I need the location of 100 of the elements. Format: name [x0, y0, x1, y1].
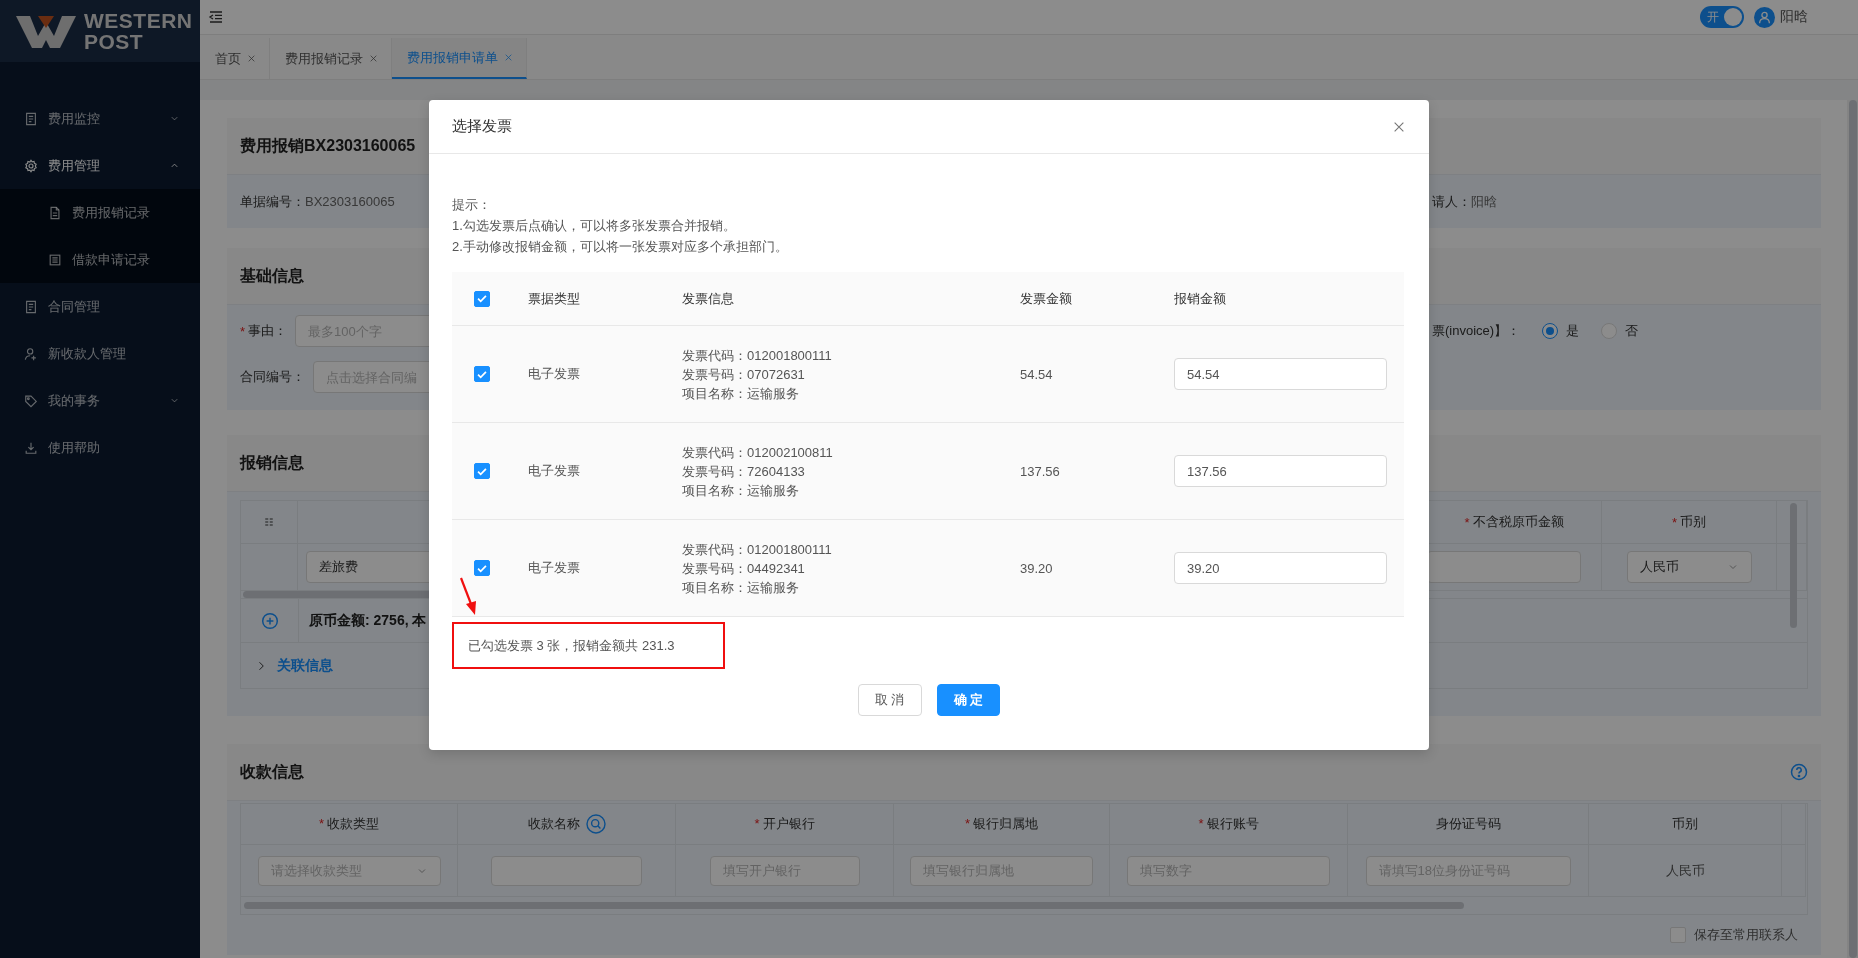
field-label: 币别: [1680, 513, 1707, 531]
submenu-item[interactable]: 费用报销记录: [0, 189, 200, 236]
checkbox[interactable]: [474, 560, 490, 577]
column-header: 报销金额: [1174, 289, 1227, 308]
brand-text: POST: [84, 31, 145, 52]
scrollbar[interactable]: [1848, 100, 1857, 958]
invoice-detail: 发票号码：04492341: [682, 559, 806, 578]
checkbox-label[interactable]: 保存至常用联系人: [1694, 926, 1798, 944]
columns-icon: [263, 516, 275, 528]
tab[interactable]: 费用报销申请单: [392, 38, 527, 79]
input-field[interactable]: [1427, 551, 1581, 583]
total-text: 原币金额: 2756, 本: [309, 611, 427, 630]
submenu-item[interactable]: 借款申请记录: [0, 236, 200, 283]
checkbox[interactable]: [474, 290, 490, 307]
user-name[interactable]: 阳晗: [1780, 8, 1808, 26]
field-label: 收款类型: [327, 816, 380, 831]
field-label: 收款名称: [527, 816, 580, 831]
menu-item[interactable]: 使用帮助: [0, 424, 200, 471]
table-cell-text: 电子发票: [528, 559, 581, 577]
person-icon: [24, 346, 38, 361]
field-label: 请人：: [1432, 193, 1471, 209]
amount-field[interactable]: 39.20: [1174, 552, 1387, 584]
close-icon: [504, 53, 513, 62]
menu-fold-icon: [208, 9, 224, 25]
invoice-detail: 项目名称：运输服务: [682, 384, 800, 403]
invoice-detail: 发票代码：012002100811: [682, 443, 834, 462]
receipt-icon: [24, 299, 38, 314]
download-icon: [24, 440, 38, 455]
required-mark: *: [240, 323, 246, 339]
radio-button[interactable]: [1542, 323, 1559, 339]
hint-text: 2.手动修改报销金额，可以将一张发票对应多个承担部门。: [452, 238, 789, 256]
required-mark: *: [1671, 514, 1678, 530]
amount-field[interactable]: 54.54: [1174, 358, 1387, 390]
cell-text: 人民币: [1665, 861, 1705, 880]
option-label[interactable]: 是: [1566, 322, 1580, 340]
card-title: 收款信息: [240, 761, 304, 782]
menu-item[interactable]: 费用管理: [0, 142, 200, 189]
plus-circle-icon: [260, 611, 279, 630]
gear-icon: [24, 158, 38, 173]
summary-text: 已勾选发票 3 张，报销金额共 231.3: [468, 636, 675, 655]
field-label: 单据编号：: [240, 193, 305, 209]
column-header: 发票金额: [1020, 289, 1073, 308]
column-header: 发票信息: [682, 289, 735, 308]
toggle-switch[interactable]: 开: [1700, 6, 1744, 28]
required-mark: *: [754, 816, 760, 831]
help-icon[interactable]: [1790, 763, 1808, 781]
table-cell-text: 137.56: [1020, 463, 1061, 479]
field-value: BX2303160065: [305, 193, 395, 209]
field-label: 银行账号: [1206, 816, 1259, 831]
menu-item[interactable]: 新收款人管理: [0, 330, 200, 377]
avatar-icon[interactable]: [1754, 6, 1775, 28]
invoice-detail: 发票号码：72604133: [682, 462, 806, 481]
field-label: 不含税原币金额: [1472, 513, 1564, 531]
search-icon[interactable]: [585, 814, 606, 834]
hint-text: 提示：: [452, 196, 492, 214]
field-value: 阳晗: [1471, 193, 1497, 209]
field-label: 身份证号码: [1435, 816, 1501, 831]
card-title: 费用报销BX2303160065: [240, 135, 416, 156]
hint-text: 1.勾选发票后点确认，可以将多张发票合并报销。: [452, 217, 737, 235]
tab[interactable]: 首页: [200, 38, 270, 79]
close-icon: [247, 54, 256, 63]
related-link[interactable]: 关联信息: [277, 656, 333, 675]
invoice-detail: 项目名称：运输服务: [682, 481, 800, 500]
table-cell-text: 电子发票: [528, 365, 581, 383]
tag-icon: [24, 393, 38, 408]
required-mark: *: [318, 816, 325, 831]
option-label[interactable]: 否: [1625, 322, 1639, 340]
field-label: 票(invoice)】：: [1432, 322, 1521, 340]
brand-text: WESTERN: [84, 10, 193, 31]
field-label: 合同编号：: [240, 368, 305, 386]
list-icon: [48, 252, 62, 267]
column-header: 票据类型: [528, 289, 581, 308]
close-icon: [369, 54, 378, 63]
cancel-button[interactable]: 取 消: [857, 684, 922, 716]
menu-item[interactable]: 费用监控: [0, 95, 200, 142]
checkbox[interactable]: [474, 463, 490, 480]
field-label: 币别: [1672, 816, 1698, 831]
field-label: 事由：: [248, 322, 288, 340]
invoice-detail: 发票代码：012001800111: [682, 346, 833, 365]
table-cell-text: 54.54: [1020, 366, 1054, 382]
table-cell-text: 电子发票: [528, 462, 581, 480]
select-field[interactable]: 人民币: [1626, 551, 1752, 583]
table-cell-text: 39.20: [1020, 560, 1054, 576]
invoice-detail: 发票代码：012001800111: [682, 540, 833, 559]
checkbox[interactable]: [474, 366, 490, 383]
menu-item[interactable]: 我的事务: [0, 377, 200, 424]
logo-icon: [16, 14, 76, 48]
required-mark: *: [1464, 514, 1470, 530]
card-title: 基础信息: [240, 265, 304, 286]
field-label: 银行归属地: [973, 816, 1039, 831]
amount-field[interactable]: 137.56: [1174, 455, 1387, 487]
receipt-icon: [24, 111, 38, 126]
menu-item[interactable]: 合同管理: [0, 283, 200, 330]
card-title: 报销信息: [240, 452, 304, 473]
document-icon: [48, 205, 62, 220]
required-mark: *: [964, 816, 971, 831]
dialog-title: 选择发票: [452, 117, 512, 136]
required-mark: *: [1198, 816, 1204, 831]
confirm-button[interactable]: 确 定: [936, 684, 1001, 716]
invoice-detail: 发票号码：07072631: [682, 365, 806, 384]
